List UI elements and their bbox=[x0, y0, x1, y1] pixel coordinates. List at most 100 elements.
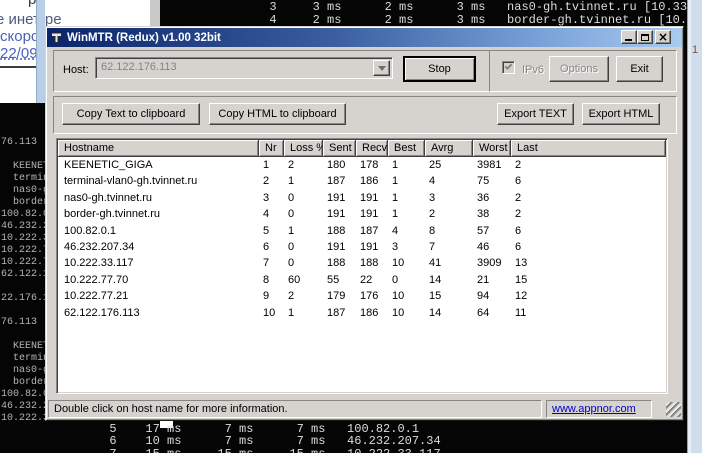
cell-value: 22 bbox=[356, 272, 388, 288]
cell-value: 55 bbox=[323, 272, 356, 288]
title-bar[interactable]: WinMTR (Redux) v1.00 32bit × bbox=[47, 28, 682, 47]
console-line: 6 10 ms 7 ms 7 ms 46.232.207.34 bbox=[95, 435, 441, 447]
cell-value: 38 bbox=[473, 206, 511, 222]
minimize-icon bbox=[625, 39, 632, 41]
cell-value: 0 bbox=[284, 190, 323, 206]
caption-buttons: × bbox=[621, 30, 671, 44]
ipv6-label: IPv6 bbox=[522, 64, 544, 76]
table-row[interactable]: border-gh.tvinnet.ru4019119112382 bbox=[58, 206, 666, 222]
cell-value: 60 bbox=[284, 272, 323, 288]
table-row[interactable]: nas0-gh.tvinnet.ru3019119113362 bbox=[58, 190, 666, 206]
table-row[interactable]: terminal-vlan0-gh.tvinnet.ru211871861475… bbox=[58, 173, 666, 189]
background-console-top: 3 3 ms 2 ms 3 ms nas0-gh.tvinnet.ru [10.… bbox=[150, 0, 687, 26]
cell-value: 1 bbox=[259, 157, 284, 173]
column-header-sent[interactable]: Sent bbox=[323, 140, 356, 157]
cell-value: 46 bbox=[473, 239, 511, 255]
cell-value: 2 bbox=[284, 288, 323, 304]
cell-value: 14 bbox=[425, 272, 473, 288]
cell-hostname: 10.222.33.117 bbox=[58, 255, 259, 271]
console-output: 3 3 ms 2 ms 3 ms nas0-gh.tvinnet.ru [10.… bbox=[255, 1, 702, 27]
export-html-button[interactable]: Export HTML bbox=[582, 103, 660, 125]
column-header-recv[interactable]: Recv bbox=[356, 140, 388, 157]
cell-value: 191 bbox=[323, 206, 356, 222]
cell-value: 0 bbox=[388, 272, 425, 288]
table-row[interactable]: 100.82.0.15118818748576 bbox=[58, 223, 666, 239]
table-header: HostnameNrLoss %SentRecvBestAvrgWorstLas… bbox=[58, 140, 666, 157]
cell-value: 186 bbox=[356, 305, 388, 321]
copy-html-button[interactable]: Copy HTML to clipboard bbox=[209, 103, 346, 125]
stop-button[interactable]: Stop bbox=[403, 56, 476, 82]
column-header-avrg[interactable]: Avrg bbox=[425, 140, 473, 157]
browser-scrollbar[interactable] bbox=[36, 0, 45, 103]
cell-value: 10 bbox=[388, 255, 425, 271]
close-button[interactable]: × bbox=[655, 30, 671, 44]
table-body: KEENETIC_GIGA1218017812539812terminal-vl… bbox=[58, 157, 666, 392]
winmtr-window: WinMTR (Redux) v1.00 32bit × Host: 62.12… bbox=[45, 26, 684, 421]
cell-hostname: nas0-gh.tvinnet.ru bbox=[58, 190, 259, 206]
copy-text-button[interactable]: Copy Text to clipboard bbox=[62, 103, 200, 125]
cell-value: 191 bbox=[323, 239, 356, 255]
cell-value: 10 bbox=[388, 305, 425, 321]
cell-value: 41 bbox=[425, 255, 473, 271]
minimize-button[interactable] bbox=[621, 30, 637, 44]
cell-value: 8 bbox=[259, 272, 284, 288]
cell-value: 36 bbox=[473, 190, 511, 206]
column-header-best[interactable]: Best bbox=[388, 140, 425, 157]
options-label: Options bbox=[560, 63, 598, 75]
appnor-link[interactable]: www.appnor.com bbox=[552, 403, 636, 415]
actions-panel: Copy Text to clipboard Copy HTML to clip… bbox=[53, 96, 677, 134]
chevron-down-icon bbox=[378, 66, 386, 71]
cell-value: 186 bbox=[356, 173, 388, 189]
close-icon: × bbox=[658, 32, 668, 42]
divider bbox=[0, 66, 36, 68]
column-header-nr[interactable]: Nr bbox=[259, 140, 284, 157]
cell-value: 187 bbox=[323, 305, 356, 321]
cell-value: 187 bbox=[323, 173, 356, 189]
host-combobox[interactable]: 62.122.176.113 bbox=[95, 57, 393, 79]
cell-hostname: 46.232.207.34 bbox=[58, 239, 259, 255]
options-button[interactable]: Options bbox=[549, 56, 609, 82]
background-right-strip: 1 bbox=[687, 0, 702, 453]
cell-value: 0 bbox=[284, 255, 323, 271]
export-text-button[interactable]: Export TEXT bbox=[497, 103, 574, 125]
table-row[interactable]: 10.222.33.117701881881041390913 bbox=[58, 255, 666, 271]
desktop: р е инет-ре скорос 22/09/ 3 3 ms 2 ms 3 … bbox=[0, 0, 702, 453]
cell-value: 3 bbox=[425, 190, 473, 206]
cell-value: 2 bbox=[511, 157, 666, 173]
cell-value: 11 bbox=[511, 305, 666, 321]
cell-value: 2 bbox=[284, 157, 323, 173]
cell-value: 1 bbox=[388, 190, 425, 206]
cell-value: 1 bbox=[284, 223, 323, 239]
cell-value: 188 bbox=[323, 255, 356, 271]
table-row[interactable]: 10.222.77.219217917610159412 bbox=[58, 288, 666, 304]
cell-value: 188 bbox=[323, 223, 356, 239]
cell-value: 12 bbox=[511, 288, 666, 304]
cell-value: 0 bbox=[284, 239, 323, 255]
table-row[interactable]: KEENETIC_GIGA1218017812539812 bbox=[58, 157, 666, 173]
cell-value: 57 bbox=[473, 223, 511, 239]
column-header-loss[interactable]: Loss % bbox=[284, 140, 323, 157]
maximize-button[interactable] bbox=[637, 30, 653, 44]
column-header-last[interactable]: Last bbox=[511, 140, 666, 157]
cell-value: 7 bbox=[259, 255, 284, 271]
cell-value: 4 bbox=[259, 206, 284, 222]
cell-value: 188 bbox=[356, 255, 388, 271]
combobox-dropdown-button[interactable] bbox=[373, 60, 390, 76]
status-message: Double click on host name for more infor… bbox=[54, 403, 288, 415]
table-row[interactable]: 46.232.207.346019119137466 bbox=[58, 239, 666, 255]
ipv6-checkbox[interactable] bbox=[502, 61, 515, 74]
exit-button[interactable]: Exit bbox=[616, 56, 663, 82]
cell-value: 3981 bbox=[473, 157, 511, 173]
table-row[interactable]: 62.122.176.11310118718610146411 bbox=[58, 305, 666, 321]
cell-value: 191 bbox=[356, 190, 388, 206]
column-header-worst[interactable]: Worst bbox=[473, 140, 511, 157]
cell-value: 2 bbox=[511, 190, 666, 206]
cell-value: 191 bbox=[323, 190, 356, 206]
cell-hostname: border-gh.tvinnet.ru bbox=[58, 206, 259, 222]
options-panel: IPv6 Options Exit bbox=[489, 50, 677, 92]
table-row[interactable]: 10.222.77.7086055220142115 bbox=[58, 272, 666, 288]
column-header-hostname[interactable]: Hostname bbox=[58, 140, 259, 157]
background-console-bottom: 5 17 ms 7 ms 7 ms 100.82.0.1 6 10 ms 7 m… bbox=[0, 421, 687, 453]
resize-grip[interactable] bbox=[666, 402, 681, 417]
host-label: Host: bbox=[63, 64, 89, 76]
